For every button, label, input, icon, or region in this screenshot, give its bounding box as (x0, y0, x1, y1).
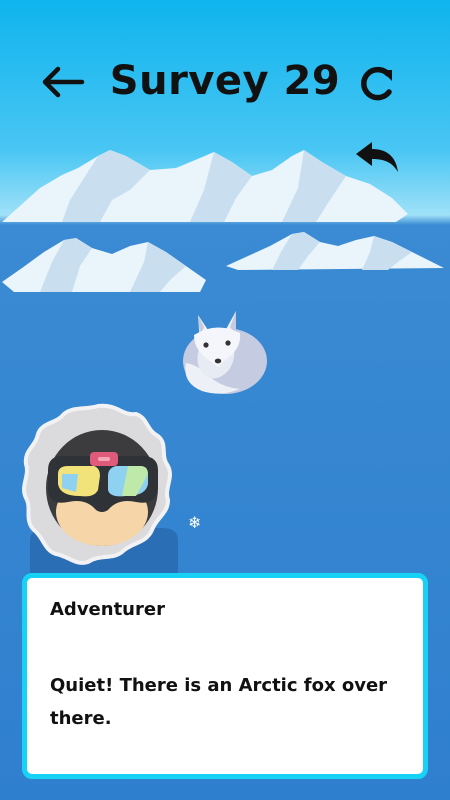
adventurer-illustration (22, 403, 178, 574)
undo-icon (356, 142, 398, 172)
adventurer-avatar (18, 402, 183, 574)
game-scene: Survey 29 ❄ Adventurer Quiet! There is a… (0, 0, 450, 800)
arctic-fox-illustration (183, 311, 267, 394)
snowflake-icon: ❄ (188, 513, 202, 532)
restart-button[interactable] (352, 60, 400, 108)
undo-button[interactable] (352, 138, 404, 180)
dialog-panel: Adventurer Quiet! There is an Arctic fox… (30, 581, 420, 771)
header-bar: Survey 29 (0, 52, 450, 116)
dialog-box[interactable]: Adventurer Quiet! There is an Arctic fox… (22, 573, 428, 779)
dialog-speaker-name: Adventurer (50, 599, 165, 620)
restart-icon (361, 66, 392, 101)
dialog-message: Quiet! There is an Arctic fox over there… (50, 675, 388, 729)
arctic-fox[interactable] (180, 305, 270, 397)
